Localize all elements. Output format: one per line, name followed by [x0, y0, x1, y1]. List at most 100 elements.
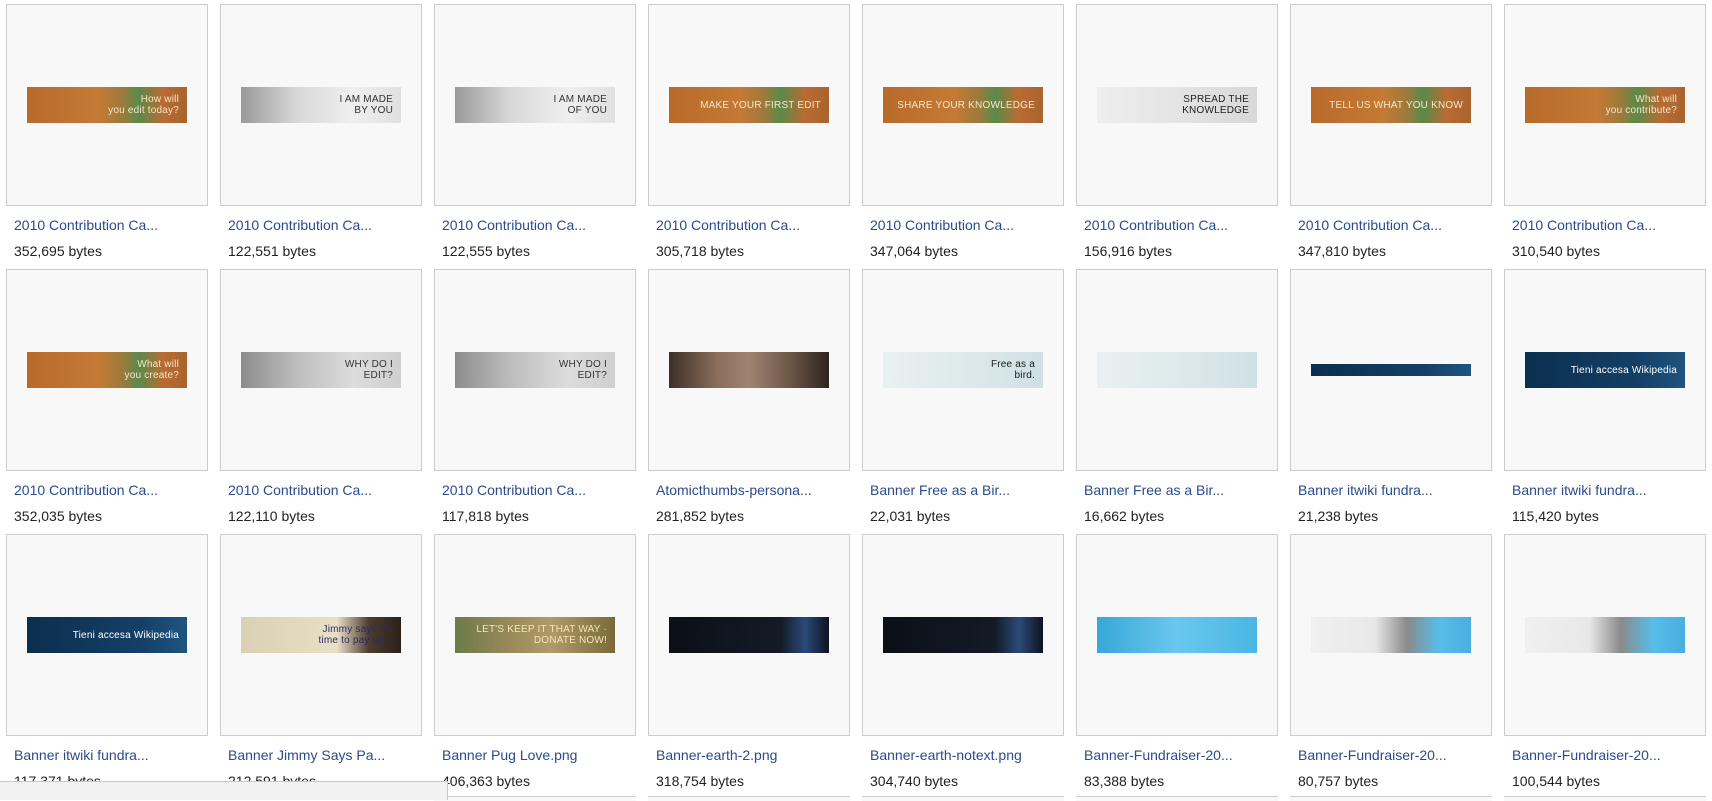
- thumbnail-frame[interactable]: I AM MADE BY YOU: [220, 4, 422, 206]
- thumbnail-frame[interactable]: MAKE YOUR FIRST EDIT: [648, 4, 850, 206]
- file-name-link[interactable]: 2010 Contribution Ca...: [1084, 217, 1284, 233]
- file-size: 16,662 bytes: [1084, 508, 1165, 524]
- thumbnail-frame[interactable]: [648, 269, 850, 471]
- file-name-link[interactable]: 2010 Contribution Ca...: [442, 482, 642, 498]
- banner-thumbnail[interactable]: [883, 617, 1043, 653]
- file-size: 100,544 bytes: [1512, 773, 1600, 789]
- file-name-link[interactable]: Banner Jimmy Says Pa...: [228, 747, 428, 763]
- thumbnail-frame[interactable]: SHARE YOUR KNOWLEDGE: [862, 4, 1064, 206]
- thumbnail-frame[interactable]: SPREAD THE KNOWLEDGE: [1076, 4, 1278, 206]
- file-gallery-grid: How will you edit today? 2010 Contributio…: [0, 0, 1712, 801]
- banner-text: I AM MADE BY YOU: [339, 94, 393, 116]
- banner-thumbnail[interactable]: SHARE YOUR KNOWLEDGE: [883, 87, 1043, 123]
- file-name-link[interactable]: Banner itwiki fundra...: [1512, 482, 1712, 498]
- thumbnail-frame[interactable]: What will you create?: [6, 269, 208, 471]
- banner-thumbnail[interactable]: Tieni accesa Wikipedia: [1525, 352, 1685, 388]
- next-row-thumbnail-edge: [862, 796, 1064, 801]
- thumbnail-frame[interactable]: I AM MADE OF YOU: [434, 4, 636, 206]
- file-name-link[interactable]: Banner Pug Love.png: [442, 747, 642, 763]
- thumbnail-frame[interactable]: [648, 534, 850, 736]
- file-name-link[interactable]: Banner Free as a Bir...: [1084, 482, 1284, 498]
- file-size: 122,110 bytes: [228, 508, 315, 524]
- banner-thumbnail[interactable]: Jimmy says It's time to pay up...: [241, 617, 401, 653]
- thumbnail-frame[interactable]: Jimmy says It's time to pay up...: [220, 534, 422, 736]
- thumbnail-frame[interactable]: What will you contribute?: [1504, 4, 1706, 206]
- thumbnail-frame[interactable]: Free as a bird.: [862, 269, 1064, 471]
- banner-thumbnail[interactable]: [1097, 352, 1257, 388]
- banner-thumbnail[interactable]: What will you contribute?: [1525, 87, 1685, 123]
- file-name-link[interactable]: 2010 Contribution Ca...: [442, 217, 642, 233]
- thumbnail-frame[interactable]: [1076, 534, 1278, 736]
- file-name-link[interactable]: Banner-earth-2.png: [656, 747, 856, 763]
- file-name-link[interactable]: Banner-earth-notext.png: [870, 747, 1070, 763]
- banner-text: How will you edit today?: [108, 94, 179, 116]
- file-name-link[interactable]: Banner-Fundraiser-20...: [1512, 747, 1712, 763]
- thumbnail-frame[interactable]: Tieni accesa Wikipedia: [6, 534, 208, 736]
- file-name-link[interactable]: Banner Free as a Bir...: [870, 482, 1070, 498]
- file-name-link[interactable]: 2010 Contribution Ca...: [1298, 217, 1498, 233]
- file-size: 352,035 bytes: [14, 508, 102, 524]
- banner-text: LET'S KEEP IT THAT WAY · DONATE NOW!: [476, 624, 607, 646]
- banner-thumbnail[interactable]: Tieni accesa Wikipedia: [27, 617, 187, 653]
- banner-thumbnail[interactable]: I AM MADE OF YOU: [455, 87, 615, 123]
- thumbnail-frame[interactable]: TELL US WHAT YOU KNOW: [1290, 4, 1492, 206]
- file-name-link[interactable]: 2010 Contribution Ca...: [14, 217, 214, 233]
- banner-thumbnail[interactable]: [1097, 617, 1257, 653]
- banner-thumbnail[interactable]: [669, 352, 829, 388]
- file-size: 304,740 bytes: [870, 773, 958, 789]
- file-size: 117,818 bytes: [442, 508, 529, 524]
- thumbnail-frame[interactable]: How will you edit today?: [6, 4, 208, 206]
- file-size: 305,718 bytes: [656, 243, 744, 259]
- thumbnail-frame[interactable]: [1290, 269, 1492, 471]
- file-name-link[interactable]: Banner-Fundraiser-20...: [1298, 747, 1498, 763]
- banner-text: WHY DO I EDIT?: [558, 359, 607, 381]
- file-name-link[interactable]: Banner-Fundraiser-20...: [1084, 747, 1284, 763]
- file-name-link[interactable]: 2010 Contribution Ca...: [656, 217, 856, 233]
- thumbnail-frame[interactable]: [1504, 534, 1706, 736]
- thumbnail-frame[interactable]: [1076, 269, 1278, 471]
- banner-thumbnail[interactable]: What will you create?: [27, 352, 187, 388]
- banner-thumbnail[interactable]: How will you edit today?: [27, 87, 187, 123]
- file-name-link[interactable]: 2010 Contribution Ca...: [870, 217, 1070, 233]
- thumbnail-frame[interactable]: [1290, 534, 1492, 736]
- banner-text: Tieni accesa Wikipedia: [1570, 364, 1677, 376]
- file-name-link[interactable]: 2010 Contribution Ca...: [228, 217, 428, 233]
- banner-thumbnail[interactable]: I AM MADE BY YOU: [241, 87, 401, 123]
- next-row-thumbnail-edge: [648, 796, 850, 801]
- banner-thumbnail[interactable]: SPREAD THE KNOWLEDGE: [1097, 87, 1257, 123]
- thumbnail-frame[interactable]: [862, 534, 1064, 736]
- file-size: 122,551 bytes: [228, 243, 316, 259]
- file-name-link[interactable]: Banner itwiki fundra...: [1298, 482, 1498, 498]
- banner-thumbnail[interactable]: LET'S KEEP IT THAT WAY · DONATE NOW!: [455, 617, 615, 653]
- banner-thumbnail[interactable]: [1311, 364, 1471, 376]
- file-name-link[interactable]: Atomicthumbs-persona...: [656, 482, 856, 498]
- banner-thumbnail[interactable]: TELL US WHAT YOU KNOW: [1311, 87, 1471, 123]
- file-name-link[interactable]: 2010 Contribution Ca...: [228, 482, 428, 498]
- banner-thumbnail[interactable]: MAKE YOUR FIRST EDIT: [669, 87, 829, 123]
- banner-thumbnail[interactable]: WHY DO I EDIT?: [455, 352, 615, 388]
- banner-thumbnail[interactable]: Free as a bird.: [883, 352, 1043, 388]
- file-size: 318,754 bytes: [656, 773, 744, 789]
- file-size: 122,555 bytes: [442, 243, 530, 259]
- next-row-thumbnail-edge: [1504, 796, 1706, 801]
- banner-thumbnail[interactable]: [1525, 617, 1685, 653]
- thumbnail-frame[interactable]: WHY DO I EDIT?: [434, 269, 636, 471]
- file-name-link[interactable]: 2010 Contribution Ca...: [1512, 217, 1712, 233]
- file-size: 115,420 bytes: [1512, 508, 1599, 524]
- file-size: 352,695 bytes: [14, 243, 102, 259]
- banner-thumbnail[interactable]: [1311, 617, 1471, 653]
- next-row-thumbnail-edge: [1076, 796, 1278, 801]
- banner-text: SPREAD THE KNOWLEDGE: [1182, 94, 1249, 116]
- thumbnail-frame[interactable]: LET'S KEEP IT THAT WAY · DONATE NOW!: [434, 534, 636, 736]
- banner-thumbnail[interactable]: WHY DO I EDIT?: [241, 352, 401, 388]
- file-name-link[interactable]: 2010 Contribution Ca...: [14, 482, 214, 498]
- banner-text: TELL US WHAT YOU KNOW: [1329, 99, 1463, 111]
- banner-text: I AM MADE OF YOU: [553, 94, 607, 116]
- thumbnail-frame[interactable]: WHY DO I EDIT?: [220, 269, 422, 471]
- file-size: 80,757 bytes: [1298, 773, 1379, 789]
- thumbnail-frame[interactable]: Tieni accesa Wikipedia: [1504, 269, 1706, 471]
- file-size: 281,852 bytes: [656, 508, 744, 524]
- banner-thumbnail[interactable]: [669, 617, 829, 653]
- file-name-link[interactable]: Banner itwiki fundra...: [14, 747, 214, 763]
- file-size: 347,064 bytes: [870, 243, 958, 259]
